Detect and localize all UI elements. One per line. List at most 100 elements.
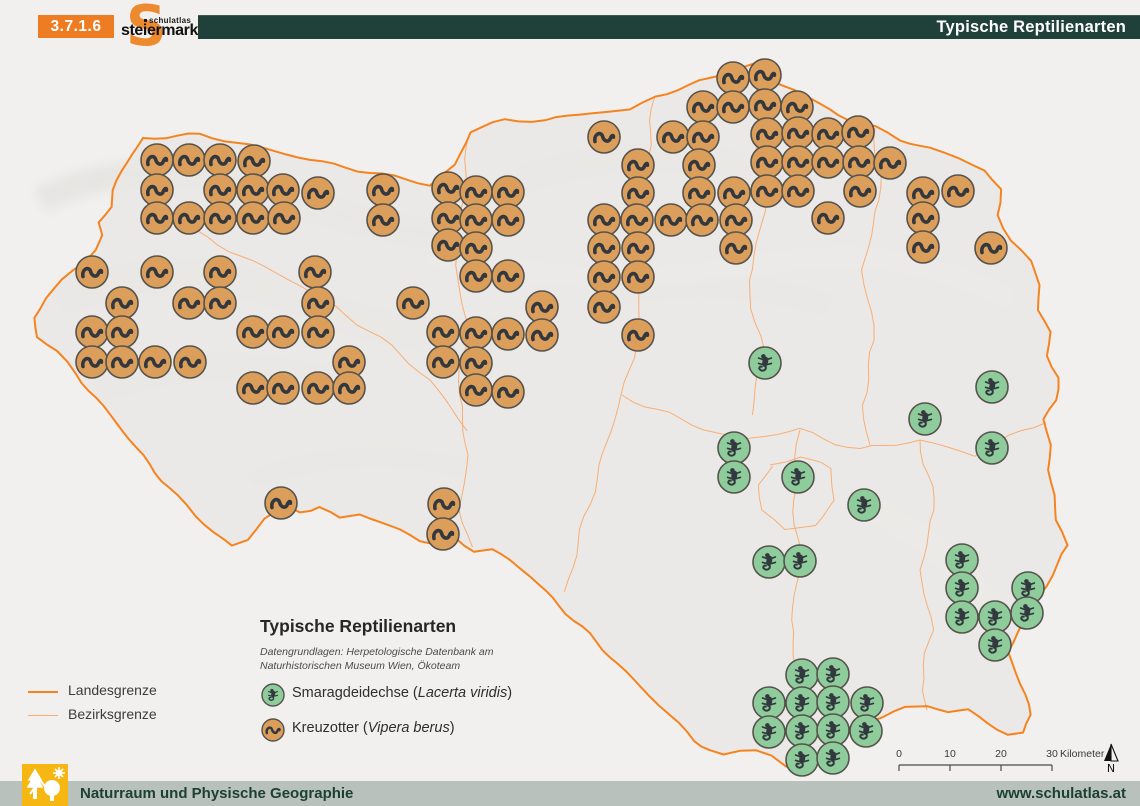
- kreuzotter-marker: [720, 204, 752, 236]
- kreuzotter-marker: [687, 91, 719, 123]
- kreuzotter-marker: [141, 202, 173, 234]
- kreuzotter-marker: [173, 144, 205, 176]
- legend-row-kreuzotter: Kreuzotter (Vipera berus): [260, 715, 560, 743]
- kreuzotter-marker: [237, 174, 269, 206]
- kreuzotter-marker: [622, 261, 654, 293]
- kreuzotter-marker: [460, 204, 492, 236]
- scale-bar: 0 10 20 30 Kilometer: [890, 748, 1120, 780]
- kreuzotter-marker: [460, 260, 492, 292]
- kreuzotter-marker: [588, 204, 620, 236]
- kreuzotter-marker: [106, 287, 138, 319]
- kreuzotter-marker: [367, 204, 399, 236]
- smaragdeidechse-marker: [976, 432, 1008, 464]
- kreuzotter-marker: [237, 316, 269, 348]
- smaragdeidechse-marker: [786, 715, 818, 747]
- kreuzotter-marker: [812, 146, 844, 178]
- kreuzotter-marker: [720, 232, 752, 264]
- smaragdeidechse-marker: [784, 545, 816, 577]
- smaragdeidechse-legend-icon: [260, 682, 286, 708]
- kreuzotter-marker: [141, 174, 173, 206]
- smaragdeidechse-label: Smaragdeidechse (Lacerta viridis): [292, 685, 512, 701]
- smaragdeidechse-marker: [946, 601, 978, 633]
- landesgrenze-line-sample: [28, 691, 58, 693]
- kreuzotter-marker: [782, 146, 814, 178]
- kreuzotter-marker: [76, 316, 108, 348]
- kreuzotter-marker: [907, 202, 939, 234]
- smaragdeidechse-marker: [817, 742, 849, 774]
- kreuzotter-marker: [622, 319, 654, 351]
- kreuzotter-marker: [460, 374, 492, 406]
- kreuzotter-marker: [492, 376, 524, 408]
- legend-source-line1: Datengrundlagen: Herpetologische Datenba…: [260, 645, 560, 659]
- smaragdeidechse-marker: [946, 572, 978, 604]
- kreuzotter-marker: [842, 116, 874, 148]
- kreuzotter-marker: [687, 121, 719, 153]
- kreuzotter-marker: [782, 175, 814, 207]
- kreuzotter-marker: [106, 316, 138, 348]
- legend-row-landesgrenze: Landesgrenze: [28, 680, 218, 704]
- kreuzotter-marker: [428, 488, 460, 520]
- kreuzotter-marker: [683, 149, 715, 181]
- kreuzotter-marker: [492, 204, 524, 236]
- kreuzotter-marker: [237, 202, 269, 234]
- smaragdeidechse-marker: [749, 347, 781, 379]
- kreuzotter-marker: [333, 372, 365, 404]
- footer-section-title: Naturraum und Physische Geographie: [80, 781, 353, 806]
- kreuzotter-marker: [427, 316, 459, 348]
- kreuzotter-marker: [975, 232, 1007, 264]
- kreuzotter-marker: [302, 316, 334, 348]
- kreuzotter-marker: [492, 318, 524, 350]
- kreuzotter-marker: [751, 175, 783, 207]
- smaragdeidechse-marker: [718, 432, 750, 464]
- page-title: Typische Reptilienarten: [936, 16, 1126, 39]
- kreuzotter-marker: [874, 147, 906, 179]
- kreuzotter-marker: [751, 118, 783, 150]
- kreuzotter-marker: [237, 372, 269, 404]
- kreuzotter-marker: [812, 118, 844, 150]
- kreuzotter-marker: [622, 232, 654, 264]
- kreuzotter-marker: [460, 176, 492, 208]
- kreuzotter-marker: [588, 121, 620, 153]
- kreuzotter-marker: [812, 202, 844, 234]
- kreuzotter-marker: [942, 175, 974, 207]
- kreuzotter-marker: [427, 518, 459, 550]
- kreuzotter-legend-icon: [260, 717, 286, 743]
- bezirksgrenze-line-sample: [28, 715, 58, 716]
- kreuzotter-marker: [302, 177, 334, 209]
- north-arrow: N: [1100, 742, 1122, 778]
- kreuzotter-marker: [397, 287, 429, 319]
- kreuzotter-marker: [907, 231, 939, 263]
- legend-title: Typische Reptilienarten: [260, 616, 560, 637]
- kreuzotter-marker: [267, 316, 299, 348]
- kreuzotter-marker: [106, 346, 138, 378]
- legend-row-smaragdeidechse: Smaragdeidechse (Lacerta viridis): [260, 680, 560, 708]
- footer-bar: Naturraum und Physische Geographie www.s…: [0, 781, 1140, 806]
- kreuzotter-marker: [655, 204, 687, 236]
- kreuzotter-marker: [204, 202, 236, 234]
- kreuzotter-marker: [76, 256, 108, 288]
- kreuzotter-marker: [173, 202, 205, 234]
- kreuzotter-marker: [492, 260, 524, 292]
- kreuzotter-marker: [302, 287, 334, 319]
- kreuzotter-marker: [588, 291, 620, 323]
- scale-bar-line: [890, 748, 1090, 778]
- smaragdeidechse-marker: [782, 461, 814, 493]
- species-legend: Typische Reptilienarten Datengrundlagen:…: [260, 616, 560, 743]
- map-sheet-code: 3.7.1.6: [38, 15, 114, 38]
- kreuzotter-marker: [751, 146, 783, 178]
- footer-website: www.schulatlas.at: [997, 781, 1127, 806]
- legend-row-bezirksgrenze: Bezirksgrenze: [28, 704, 218, 728]
- kreuzotter-label: Kreuzotter (Vipera berus): [292, 720, 455, 736]
- kreuzotter-marker: [460, 317, 492, 349]
- smaragdeidechse-marker: [976, 371, 1008, 403]
- smaragdeidechse-marker: [1011, 597, 1043, 629]
- kreuzotter-marker: [622, 149, 654, 181]
- kreuzotter-marker: [432, 229, 464, 261]
- kreuzotter-marker: [492, 176, 524, 208]
- logo-steiermark-text: steiermark: [121, 22, 198, 40]
- kreuzotter-marker: [204, 287, 236, 319]
- kreuzotter-marker: [141, 144, 173, 176]
- smaragdeidechse-marker: [851, 687, 883, 719]
- boundary-legend: Landesgrenze Bezirksgrenze: [28, 680, 218, 728]
- atlas-page: 3.7.1.6 S schulatlas steiermark Typische…: [0, 0, 1140, 806]
